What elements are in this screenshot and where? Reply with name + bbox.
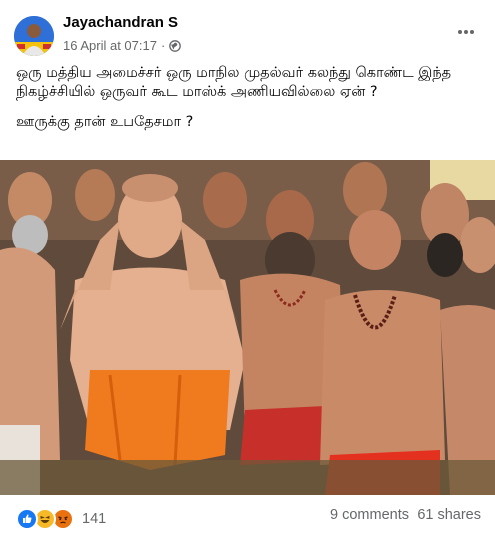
post-text-paragraph-1: ஒரு மத்திய அமைச்சர் ஒரு மாநில முதல்வர் க… — [16, 65, 452, 100]
post-photo[interactable] — [0, 160, 495, 495]
post-meta: 16 April at 07:17 · — [63, 38, 182, 53]
post-header: Jayachandran S 16 April at 07:17 · — [0, 0, 495, 62]
reactions-summary[interactable]: 141 — [16, 508, 106, 530]
more-options-button[interactable] — [451, 22, 481, 42]
post-date[interactable]: 16 April at 07:17 — [63, 38, 157, 53]
facebook-post: Jayachandran S 16 April at 07:17 · ஒரு ம… — [0, 0, 495, 547]
author-avatar[interactable] — [14, 16, 54, 56]
comments-count[interactable]: 9 comments — [330, 507, 409, 523]
shares-count[interactable]: 61 shares — [417, 507, 481, 523]
author-name[interactable]: Jayachandran S — [63, 14, 178, 31]
globe-icon — [169, 39, 182, 52]
more-options-icon — [458, 30, 474, 34]
meta-separator: · — [160, 38, 166, 53]
post-photo-image — [0, 160, 495, 495]
reaction-count: 141 — [82, 511, 107, 527]
post-text-paragraph-2: ஊருக்கு தான் உபதேசமா ? — [16, 114, 194, 130]
like-icon — [16, 508, 38, 530]
post-text: ஒரு மத்திய அமைச்சர் ஒரு மாநில முதல்வர் க… — [16, 64, 481, 132]
